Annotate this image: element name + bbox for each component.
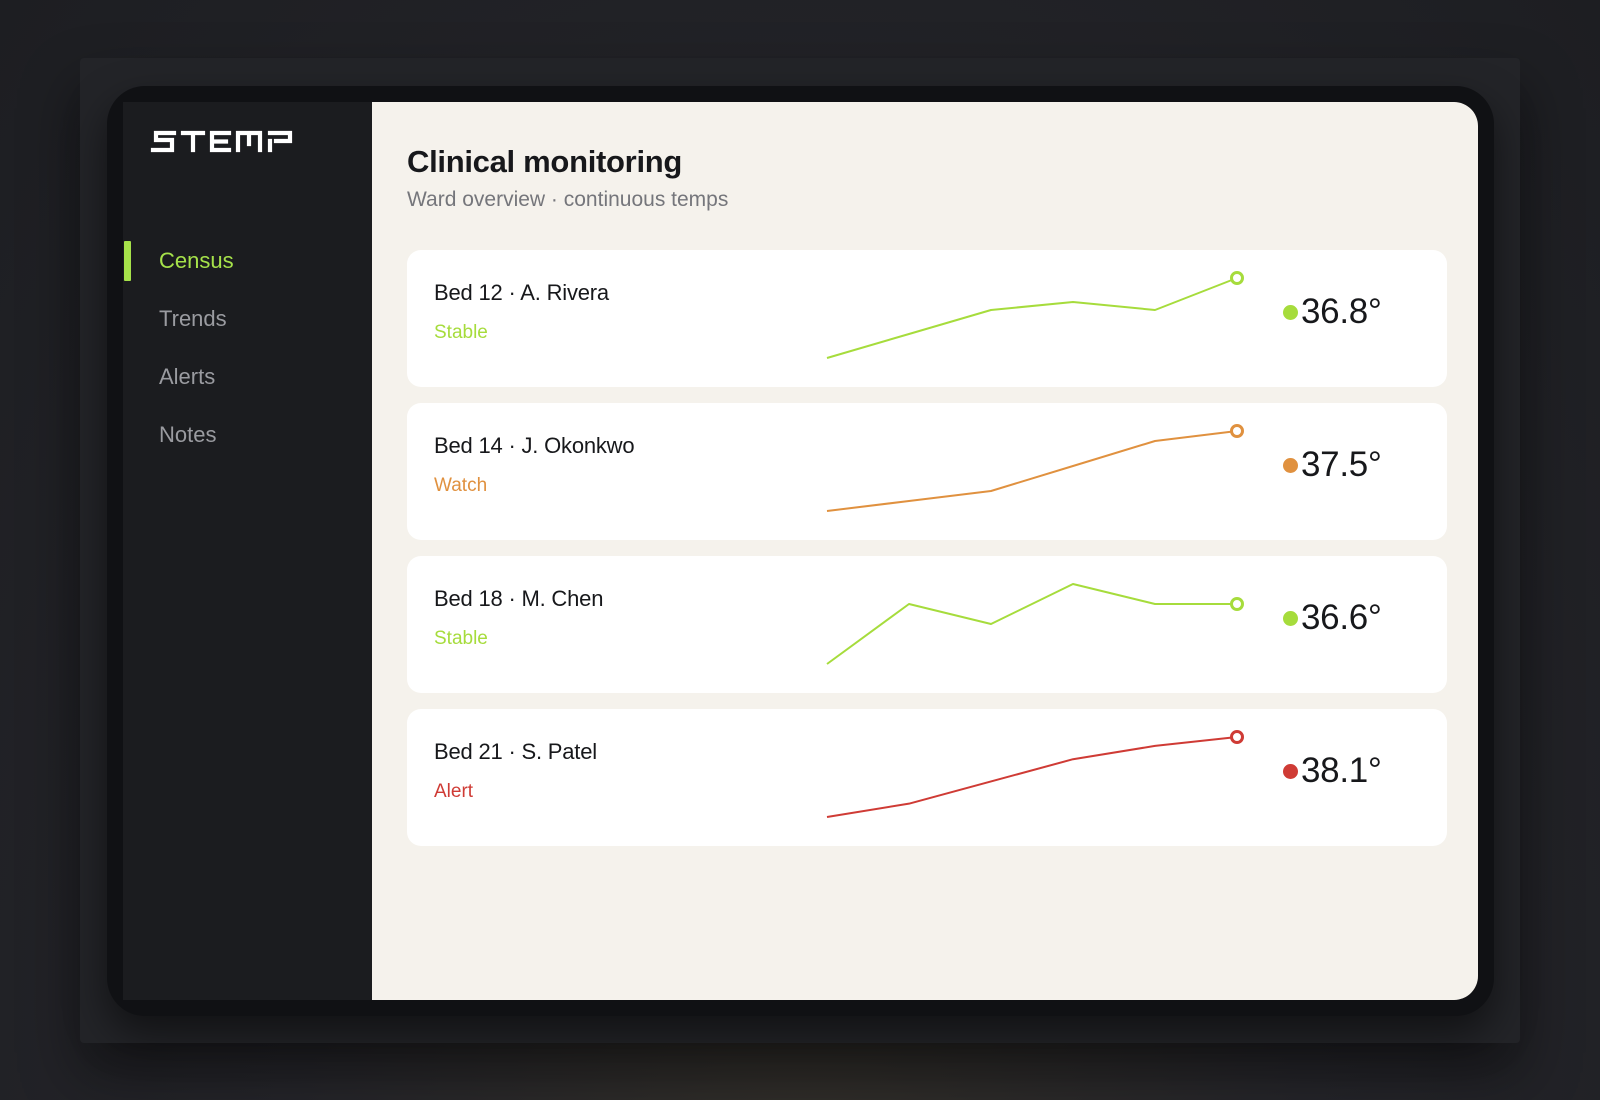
- temperature-sparkline: [826, 583, 1244, 665]
- temperature-value: 36.6°: [1301, 598, 1382, 637]
- status-dot-icon: [1283, 457, 1298, 473]
- sidebar-nav: Census Trends Alerts Notes: [123, 232, 372, 464]
- temperature-reading: 36.6°: [1283, 598, 1382, 638]
- temperature-sparkline: [826, 424, 1244, 512]
- patient-status: Alert: [434, 781, 474, 802]
- patient-card[interactable]: Bed 12 · A. Rivera Stable 36.8°: [407, 250, 1447, 387]
- app-screen: Census Trends Alerts Notes Clinical moni…: [123, 102, 1478, 1000]
- patient-card[interactable]: Bed 14 · J. Okonkwo Watch 37.5°: [407, 403, 1447, 540]
- app-logo: [150, 130, 293, 153]
- temperature-value: 37.5°: [1301, 445, 1382, 484]
- temperature-value: 38.1°: [1301, 751, 1382, 790]
- status-dot-icon: [1283, 304, 1298, 320]
- sparkline-latest-point: [1230, 271, 1244, 285]
- sidebar-item-label: Alerts: [159, 364, 216, 389]
- sidebar-item-notes[interactable]: Notes: [123, 406, 372, 464]
- sparkline-path: [826, 277, 1238, 359]
- temperature-value: 36.8°: [1301, 292, 1382, 331]
- page-subtitle: Ward overview · continuous temps: [407, 188, 729, 211]
- active-indicator: [124, 241, 131, 281]
- sparkline-latest-point: [1230, 424, 1244, 438]
- sidebar-item-alerts[interactable]: Alerts: [123, 348, 372, 406]
- sparkline-path: [826, 430, 1238, 512]
- temperature-reading: 37.5°: [1283, 445, 1382, 485]
- sidebar-item-label: Trends: [159, 306, 227, 331]
- sparkline-latest-point: [1230, 597, 1244, 611]
- patient-card[interactable]: Bed 21 · S. Patel Alert 38.1°: [407, 709, 1447, 846]
- temperature-sparkline: [826, 730, 1244, 818]
- sidebar-item-label: Notes: [159, 422, 217, 447]
- sidebar-item-trends[interactable]: Trends: [123, 290, 372, 348]
- temperature-reading: 38.1°: [1283, 751, 1382, 791]
- page-title: Clinical monitoring: [407, 144, 683, 179]
- status-dot-icon: [1283, 763, 1298, 779]
- sidebar-item-label: Census: [159, 248, 234, 273]
- patient-status: Stable: [434, 322, 488, 343]
- sparkline-path: [826, 583, 1237, 665]
- patient-name: Bed 21 · S. Patel: [434, 739, 597, 764]
- sparkline-path: [826, 736, 1238, 818]
- patient-card[interactable]: Bed 18 · M. Chen Stable 36.6°: [407, 556, 1447, 693]
- patient-name: Bed 12 · A. Rivera: [434, 280, 609, 305]
- sidebar: Census Trends Alerts Notes: [123, 102, 372, 1000]
- temperature-sparkline: [826, 271, 1244, 359]
- temperature-reading: 36.8°: [1283, 292, 1382, 332]
- patient-status: Stable: [434, 628, 488, 649]
- patient-name: Bed 14 · J. Okonkwo: [434, 433, 635, 458]
- sidebar-item-census[interactable]: Census: [123, 232, 372, 290]
- sparkline-latest-point: [1230, 730, 1244, 744]
- patient-list: Bed 12 · A. Rivera Stable 36.8° Bed 14 ·…: [407, 250, 1447, 862]
- patient-status: Watch: [434, 475, 488, 496]
- status-dot-icon: [1283, 610, 1298, 626]
- patient-name: Bed 18 · M. Chen: [434, 586, 604, 611]
- main-content: Clinical monitoring Ward overview · cont…: [372, 102, 1478, 1000]
